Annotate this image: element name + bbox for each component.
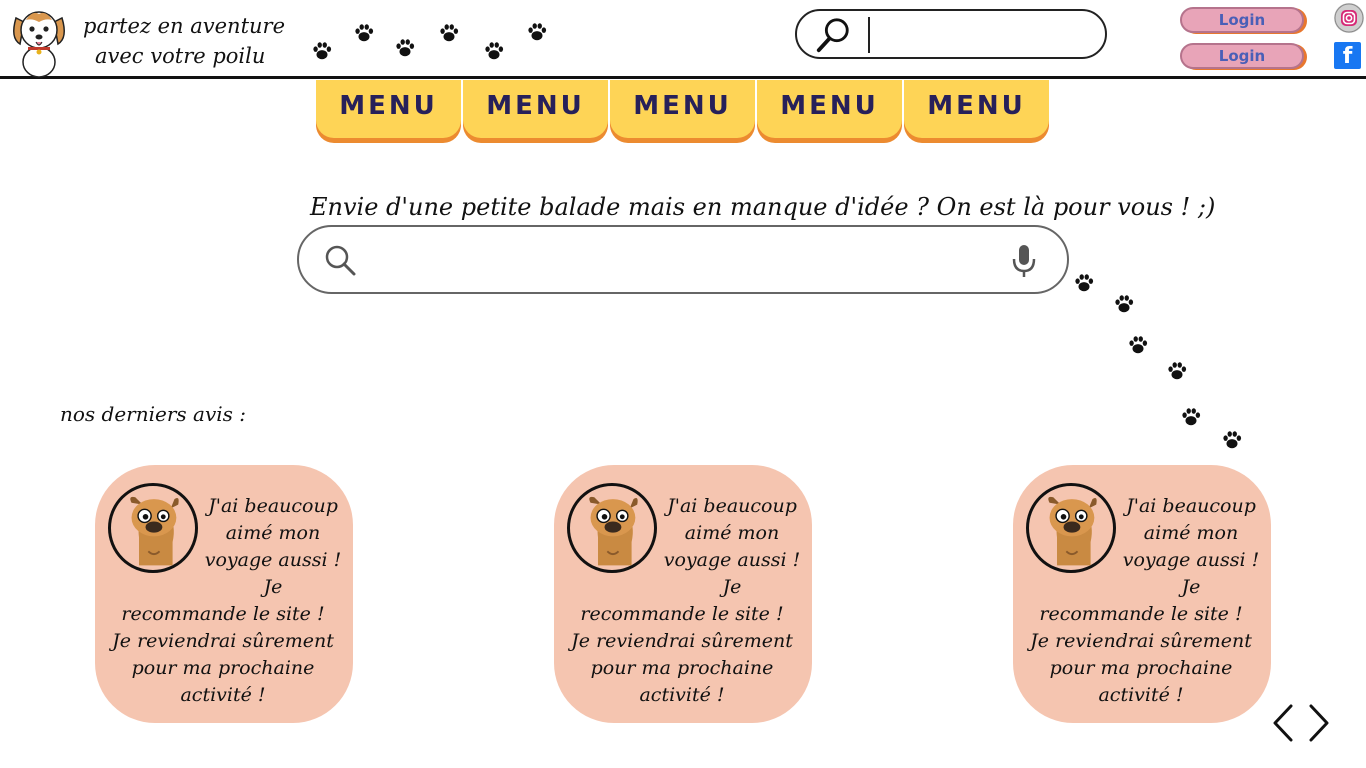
paw-print-icon: [526, 21, 548, 43]
dog-logo-icon[interactable]: [8, 4, 70, 78]
chevron-left-icon[interactable]: [1267, 700, 1297, 746]
paw-print-icon: [1127, 334, 1149, 356]
paw-print-icon: [1073, 272, 1095, 294]
login-button[interactable]: Login: [1180, 7, 1304, 33]
paw-print-icon: [438, 22, 460, 44]
menu-item-3[interactable]: MENU: [610, 80, 755, 138]
tagline-line1: partez en aventure: [83, 14, 286, 38]
paw-print-icon: [311, 40, 333, 62]
paw-print-icon: [1180, 406, 1202, 428]
menu-item-1[interactable]: MENU: [316, 80, 461, 138]
menu-item-2[interactable]: MENU: [463, 80, 608, 138]
header-search-input[interactable]: [795, 9, 1107, 59]
instagram-icon[interactable]: [1334, 3, 1364, 33]
paw-print-icon: [1113, 293, 1135, 315]
microphone-icon[interactable]: [1009, 243, 1039, 279]
review-text-block: J'ai beaucoup aimé mon voyage aussi ! Je…: [101, 493, 345, 709]
review-card: J'ai beaucoup aimé mon voyage aussi ! Je…: [95, 465, 353, 723]
paw-print-icon: [1166, 360, 1188, 382]
login-button-secondary[interactable]: Login: [1180, 43, 1304, 69]
menu-item-5[interactable]: MENU: [904, 80, 1049, 138]
hero-prompt: Envie d'une petite balade mais en manque…: [310, 193, 1216, 221]
paw-print-icon: [483, 40, 505, 62]
paw-print-icon: [1221, 429, 1243, 451]
reviews-heading: nos derniers avis :: [60, 402, 247, 426]
magnifier-icon[interactable]: [814, 16, 852, 54]
chevron-right-icon[interactable]: [1305, 700, 1335, 746]
review-card: J'ai beaucoup aimé mon voyage aussi ! Je…: [1013, 465, 1271, 723]
facebook-icon[interactable]: f: [1334, 42, 1361, 69]
menu-item-4[interactable]: MENU: [757, 80, 902, 138]
search-icon[interactable]: [323, 243, 357, 277]
paw-print-icon: [353, 22, 375, 44]
review-text-block: J'ai beaucoup aimé mon voyage aussi ! Je…: [560, 493, 804, 709]
review-text-block: J'ai beaucoup aimé mon voyage aussi ! Je…: [1019, 493, 1263, 709]
main-search-input[interactable]: [297, 225, 1069, 294]
text-caret: [868, 17, 870, 53]
review-card: J'ai beaucoup aimé mon voyage aussi ! Je…: [554, 465, 812, 723]
tagline-line2: avec votre poilu: [95, 44, 266, 68]
paw-print-icon: [394, 37, 416, 59]
